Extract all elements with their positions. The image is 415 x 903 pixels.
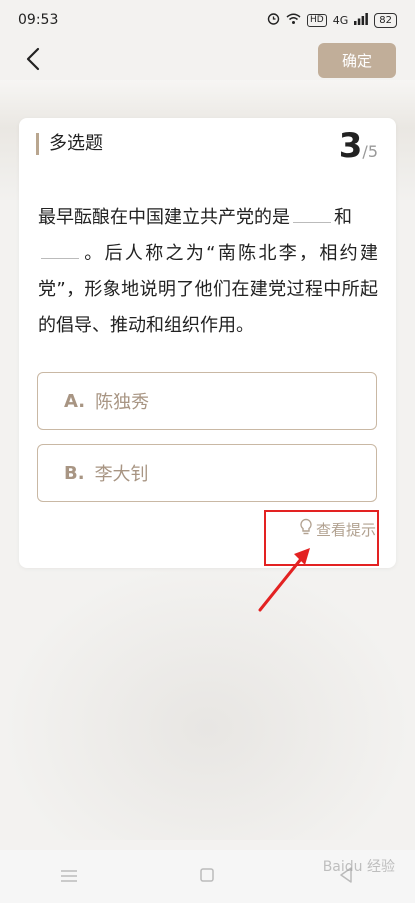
answer-blank-1 <box>293 204 331 223</box>
menu-nav-button[interactable] <box>49 857 89 897</box>
question-card: 多选题 3/5 最早酝酿在中国建立共产党的是 和。后人称之为“南陈北李，相约建党”… <box>19 118 396 568</box>
question-progress: 3/5 <box>339 126 378 166</box>
question-text-part3: 。后人称之为“南陈北李，相约建党”，形象地说明了他们在建党过程中所起的倡导、推动… <box>38 243 378 336</box>
alarm-icon <box>267 12 280 28</box>
menu-icon <box>61 867 78 886</box>
home-square-icon <box>200 867 215 886</box>
confirm-button[interactable]: 确定 <box>318 43 396 78</box>
watermark: Baidu 经验 <box>322 859 395 875</box>
option-a-label: 陈独秀 <box>95 392 150 413</box>
wifi-icon <box>286 13 301 28</box>
battery-indicator: 82 <box>374 12 397 28</box>
answer-blank-2 <box>41 240 79 259</box>
back-button[interactable] <box>16 44 50 78</box>
question-text-part2: 和 <box>334 207 352 228</box>
network-label: 4G <box>332 13 349 27</box>
question-text-part1: 最早酝酿在中国建立共产党的是 <box>38 207 290 228</box>
total-questions: /5 <box>362 142 378 161</box>
home-nav-button[interactable] <box>187 857 227 897</box>
option-b[interactable]: B. 李大钊 <box>37 444 377 502</box>
question-text: 最早酝酿在中国建立共产党的是 和。后人称之为“南陈北李，相约建党”，形象地说明了他… <box>38 200 378 344</box>
question-type-label: 多选题 <box>36 133 103 155</box>
current-question-number: 3 <box>338 126 363 166</box>
option-a-key: A. <box>64 390 86 412</box>
option-b-key: B. <box>64 462 85 484</box>
chevron-left-icon <box>26 47 40 75</box>
status-bar: 09:53 HD 4G 82 <box>0 0 415 40</box>
hd-badge: HD <box>307 13 327 27</box>
status-time: 09:53 <box>18 12 59 28</box>
status-icons: HD 4G 82 <box>267 12 397 28</box>
background-mist-bottom <box>0 560 415 840</box>
annotation-arrow <box>258 548 310 612</box>
option-a[interactable]: A. 陈独秀 <box>37 372 377 430</box>
option-b-label: 李大钊 <box>94 464 149 485</box>
signal-icon <box>354 12 369 28</box>
